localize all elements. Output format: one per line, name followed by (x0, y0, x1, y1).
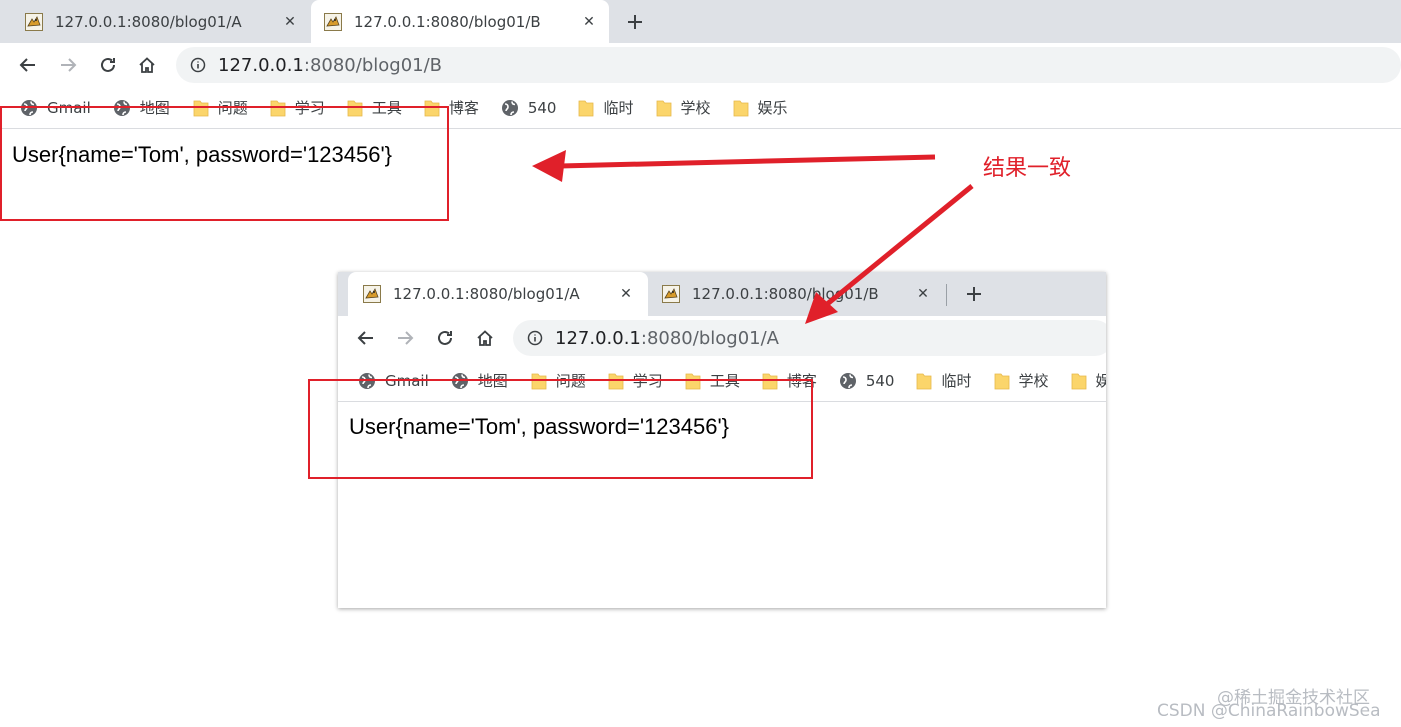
arrow-to-window2 (824, 184, 974, 307)
arrow-head-window1 (532, 150, 566, 182)
arrow-to-window1 (559, 154, 936, 169)
annotation-note: 结果一致 (983, 156, 1072, 181)
watermark-csdn: CSDN @ChinaRainbowSea (1157, 701, 1381, 721)
screenshot: 127.0.0.1:8080/blog01/A ✕ 127.0.0.1:8080… (0, 0, 1401, 727)
annotation-arrows (532, 150, 974, 324)
